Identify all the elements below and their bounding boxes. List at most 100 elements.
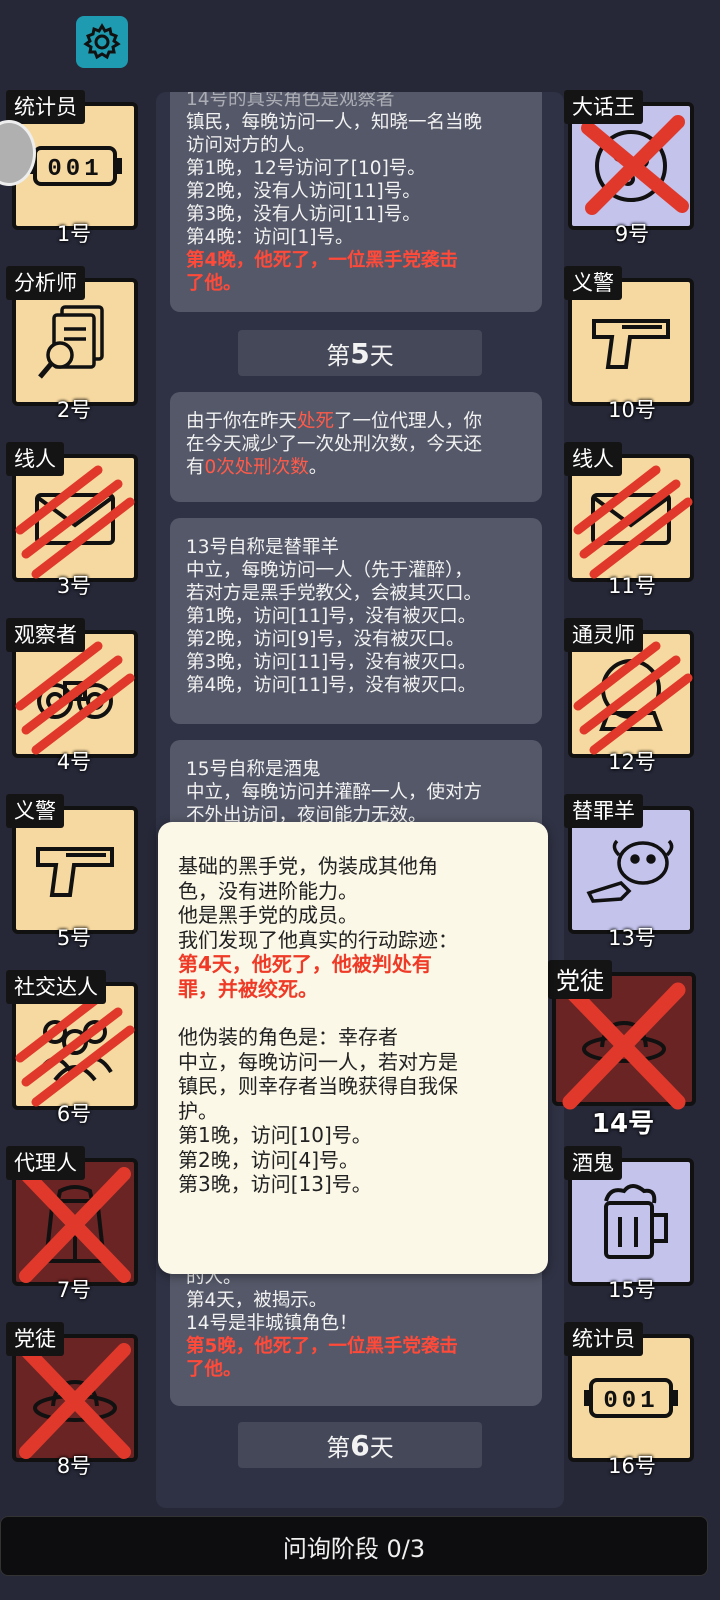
popup-text: 基础的黑手党，伪装成其他角 xyxy=(178,854,438,878)
popup-text: 中立，每晚访问一人，若对方是 xyxy=(178,1049,458,1074)
log-text: 第4晚，访问[11]号，没有被灭口。 xyxy=(186,675,477,696)
log-text: 13号自称是替罪羊 xyxy=(186,537,340,558)
day-number: 6 xyxy=(350,1428,370,1462)
popup-text: 第2晚，访问[4]号。 xyxy=(178,1147,360,1172)
role-tag: 线人 xyxy=(6,442,64,476)
player-card-4[interactable]: 观察者 4号 xyxy=(6,618,142,774)
day-5-header: 第5天 xyxy=(238,330,482,376)
player-card-8[interactable]: 党徒 8号 xyxy=(6,1322,142,1478)
log-text: 14号是非城镇角色！ xyxy=(186,1313,358,1334)
log-death-text: 了他。 xyxy=(186,273,242,294)
counter-digits: 001 xyxy=(47,156,102,183)
player-number: 7号 xyxy=(56,1278,92,1302)
player-number: 15号 xyxy=(608,1278,656,1302)
log-text: 有0次处刑次数。 xyxy=(186,457,328,478)
day-prefix: 第 xyxy=(326,341,351,370)
day-suffix: 天 xyxy=(369,1433,394,1462)
log-text: 15号自称是酒鬼 xyxy=(186,759,321,780)
player-number: 14号 xyxy=(591,1109,655,1139)
phase-label: 问询阶段 0/3 xyxy=(282,1534,426,1563)
log-text: 镇民，每晚访问一人，知晓一名当晚 xyxy=(186,112,483,133)
log-text: 在今天减少了一次处刑次数，今天还 xyxy=(186,434,483,455)
popup-death-text: 罪，并被绞死。 xyxy=(178,976,318,1001)
popup-text: 他是黑手党的成员。 xyxy=(178,903,358,927)
log-text: 第1晚，访问[11]号，没有被灭口。 xyxy=(186,606,477,627)
counter-digits: 001 xyxy=(603,1388,658,1415)
log-text: 第3晚，没有人访问[11]号。 xyxy=(186,204,421,225)
log-text: 第1晚，12号访问了[10]号。 xyxy=(186,158,426,179)
player-number: 10号 xyxy=(608,398,656,422)
player-card-16[interactable]: 统计员 001 16号 xyxy=(564,1322,700,1478)
player-card-15[interactable]: 酒鬼 15号 xyxy=(564,1146,700,1302)
log-entry: 13号自称是替罪羊 中立，每晚访问一人（先于灌醉）， 若对方是黑手党教父，会被其… xyxy=(170,518,542,724)
role-tag: 义警 xyxy=(6,794,64,828)
log-text: 14号的真实角色是观察者 xyxy=(186,92,395,110)
popup-text: 护。 xyxy=(178,1098,218,1123)
player-number: 2号 xyxy=(56,398,92,422)
log-death-text: 第5晚，他死了，一位黑手党袭击 xyxy=(186,1336,458,1357)
log-text: 若对方是黑手党教父，会被其灭口。 xyxy=(186,583,483,604)
player-number: 9号 xyxy=(614,222,650,246)
role-tag: 大话王 xyxy=(564,90,643,124)
player-number: 5号 xyxy=(56,926,92,950)
role-tag: 线人 xyxy=(564,442,622,476)
popup-text: 他伪装的角色是：幸存者 xyxy=(178,1025,398,1049)
role-detail-popup[interactable]: 基础的黑手党，伪装成其他角 色，没有进阶能力。 他是黑手党的成员。 我们发现了他… xyxy=(158,822,548,1274)
role-tag: 分析师 xyxy=(6,266,85,300)
player-card-14[interactable]: 党徒 14号 xyxy=(548,960,698,1139)
player-number: 6号 xyxy=(56,1102,92,1126)
player-number: 4号 xyxy=(56,750,92,774)
player-number: 1号 xyxy=(56,222,92,246)
player-number: 12号 xyxy=(608,750,656,774)
player-number: 13号 xyxy=(608,926,656,950)
role-tag: 代理人 xyxy=(6,1146,85,1180)
player-card-6[interactable]: 社交达人 6号 xyxy=(6,970,142,1126)
popup-text: 镇民，则幸存者当晚获得自我保 xyxy=(178,1074,458,1098)
log-text: 第4晚：访问[1]号。 xyxy=(186,227,354,248)
gear-icon xyxy=(83,23,121,60)
player-number: 3号 xyxy=(56,574,92,598)
player-card-11[interactable]: 线人 11号 xyxy=(564,442,700,598)
role-tag: 酒鬼 xyxy=(564,1146,622,1180)
popup-death-text: 第4天，他死了，他被判处有 xyxy=(178,952,432,976)
log-text: 第4天，被揭示。 xyxy=(186,1290,328,1311)
game-log-panel[interactable]: 14号的真实角色是观察者 镇民，每晚访问一人，知晓一名当晚 访问对方的人。 第1… xyxy=(156,92,564,1508)
player-card-3[interactable]: 线人 3号 xyxy=(6,442,142,598)
player-card-2[interactable]: 分析师 2号 xyxy=(6,266,142,422)
player-card-13[interactable]: 替罪羊 13号 xyxy=(564,794,700,950)
log-text: 第2晚，访问[9]号，没有被灭口。 xyxy=(186,629,465,650)
player-number: 16号 xyxy=(608,1454,656,1478)
phase-bar[interactable]: 问询阶段 0/3 xyxy=(0,1516,708,1576)
log-entry: 的人。 第4天，被揭示。 14号是非城镇角色！ 第5晚，他死了，一位黑手党袭击 … xyxy=(170,1262,542,1406)
player-card-9[interactable]: 大话王 9号 xyxy=(564,90,700,246)
log-text: 第2晚，没有人访问[11]号。 xyxy=(186,181,421,202)
day-prefix: 第 xyxy=(326,1433,351,1462)
role-tag: 社交达人 xyxy=(6,970,106,1004)
popup-text: 色，没有进阶能力。 xyxy=(178,878,358,903)
log-text: 由于你在昨天处死了一位代理人，你 xyxy=(186,411,483,432)
log-entry: 14号的真实角色是观察者 镇民，每晚访问一人，知晓一名当晚 访问对方的人。 第1… xyxy=(170,92,542,312)
log-text: 中立，每晚访问并灌醉一人，使对方 xyxy=(186,782,483,803)
day-number: 5 xyxy=(350,336,370,370)
player-card-5[interactable]: 义警 5号 xyxy=(6,794,142,950)
log-text: 第3晚，访问[11]号，没有被灭口。 xyxy=(186,652,477,673)
settings-button[interactable] xyxy=(76,16,128,68)
log-death-text: 第4晚，他死了，一位黑手党袭击 xyxy=(186,250,458,271)
role-tag: 替罪羊 xyxy=(564,794,643,828)
role-tag: 党徒 xyxy=(6,1322,64,1356)
popup-text: 第3晚，访问[13]号。 xyxy=(178,1172,372,1196)
player-card-12[interactable]: 通灵师 12号 xyxy=(564,618,700,774)
player-number: 11号 xyxy=(608,574,656,598)
popup-text: 第1晚，访问[10]号。 xyxy=(178,1123,372,1147)
role-tag: 统计员 xyxy=(564,1322,643,1356)
log-entry: 由于你在昨天处死了一位代理人，你 在今天减少了一次处刑次数，今天还 有0次处刑次… xyxy=(170,392,542,502)
log-text: 中立，每晚访问一人（先于灌醉）， xyxy=(186,560,473,581)
role-tag: 党徒 xyxy=(548,960,612,999)
popup-text: 我们发现了他真实的行动踪迹： xyxy=(178,927,458,952)
log-death-text: 了他。 xyxy=(186,1359,242,1380)
player-card-7[interactable]: 代理人 7号 xyxy=(6,1146,142,1302)
role-tag: 义警 xyxy=(564,266,622,300)
log-text: 访问对方的人。 xyxy=(186,135,316,156)
player-card-10[interactable]: 义警 10号 xyxy=(564,266,700,422)
day-6-header: 第6天 xyxy=(238,1422,482,1468)
